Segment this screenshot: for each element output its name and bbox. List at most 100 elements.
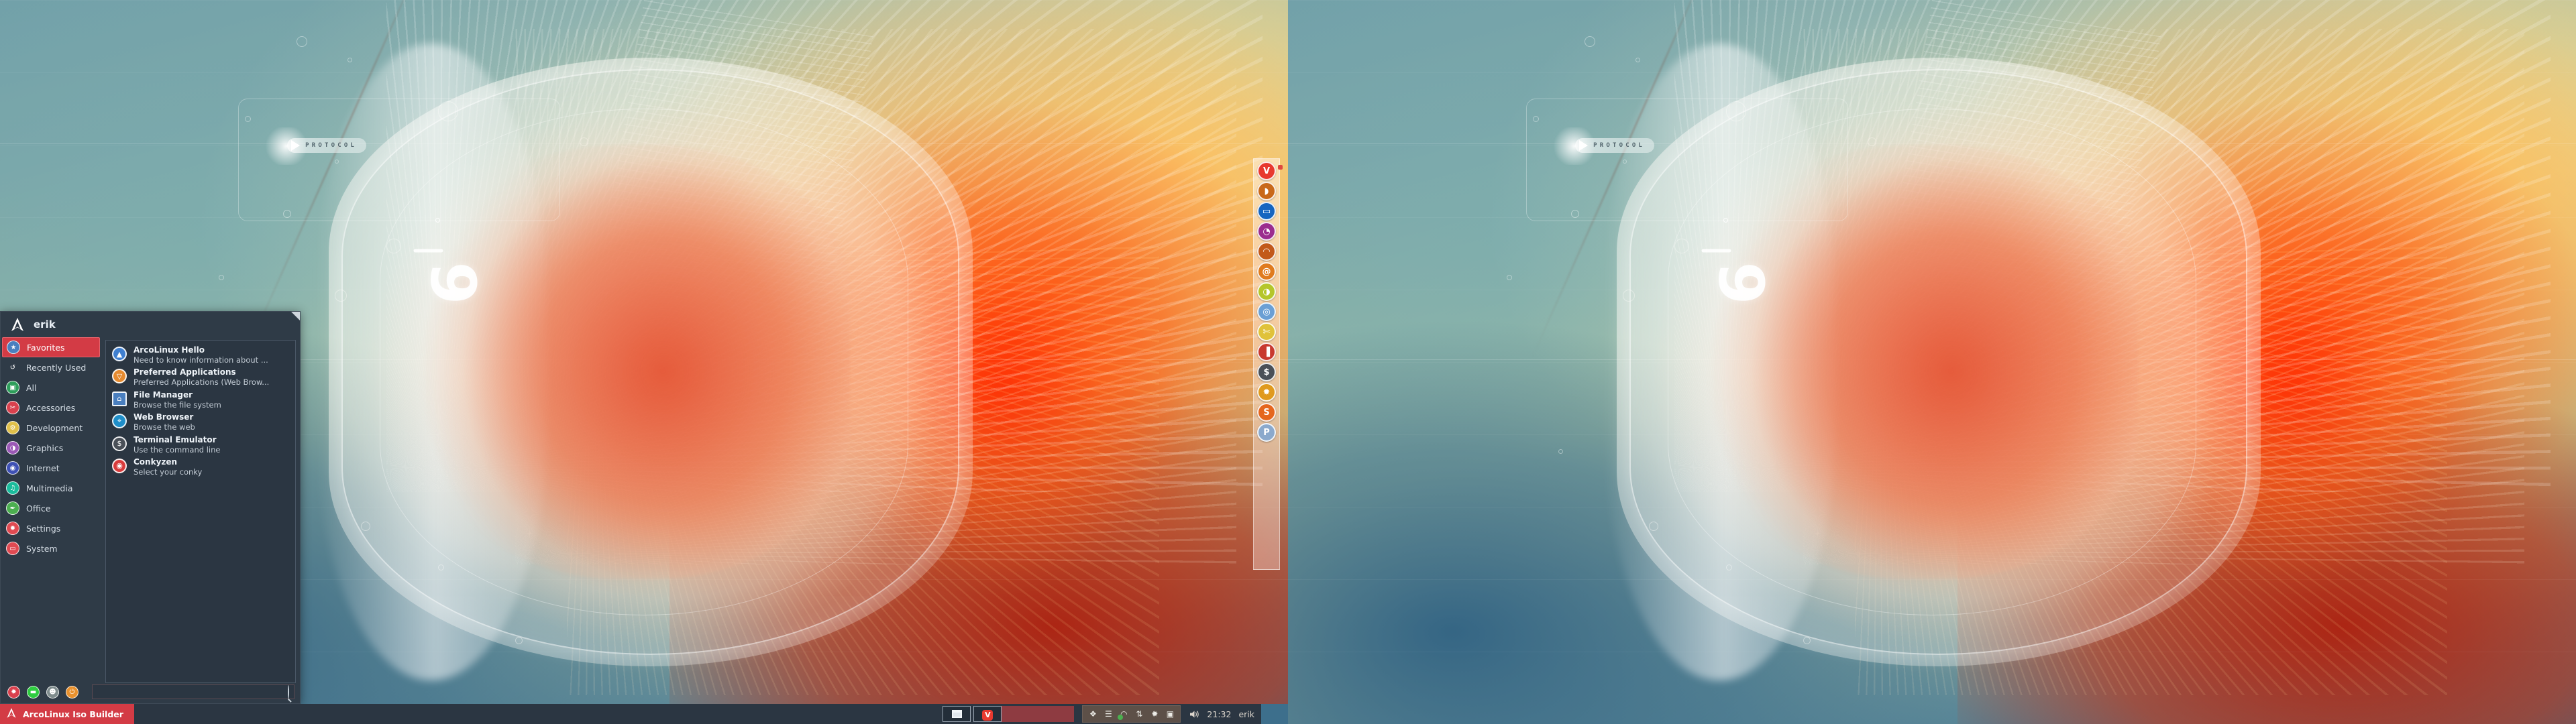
- category-label: Graphics: [26, 442, 64, 453]
- whisker-menu-header: erik: [1, 312, 300, 337]
- history-clock-icon: ↺: [9, 363, 16, 371]
- whisker-menu-footer: ✹ ▬ ☻ ⏻: [1, 683, 300, 703]
- preferred-apps-icon: ▽: [112, 369, 127, 384]
- lock-screen-button[interactable]: ▬: [27, 685, 40, 699]
- system-tray[interactable]: ❖ ☰ ◠ ⇅ ✹ ▣: [1082, 705, 1181, 723]
- category-label: System: [26, 543, 58, 554]
- category-item-office[interactable]: ✒ Office: [2, 498, 100, 518]
- window-button-vivaldi[interactable]: V: [973, 706, 1002, 722]
- category-list[interactable]: ★ Favorites ↺ Recently Used ▣ All ✂ Accessories…: [1, 337, 101, 683]
- arcolinux-hello-icon: ▲: [112, 347, 127, 361]
- resize-grip-icon[interactable]: [291, 312, 300, 320]
- tray-dropbox[interactable]: ❖: [1087, 709, 1098, 719]
- category-item-all[interactable]: ▣ All: [2, 377, 100, 398]
- app-item-file-manager[interactable]: ⌂ File Manager Browse the file system: [110, 389, 291, 411]
- connected-badge-icon: [1118, 715, 1124, 720]
- window-button-generic[interactable]: [943, 706, 971, 722]
- app-description: Select your conky: [133, 467, 203, 477]
- monitor-secondary: 9 PROTOCOL: [1288, 0, 2576, 724]
- vivaldi-icon: V: [1263, 166, 1271, 176]
- category-item-multimedia[interactable]: ♫ Multimedia: [2, 478, 100, 498]
- krita-icon: @: [1262, 266, 1271, 277]
- desktop-root: 9 PROTOCOL V ◗ ▭ ◔ ◠ @ ◑ ◎ ✄ ▐ $ ✹ S P e…: [0, 0, 2576, 724]
- firefox-icon: ◗: [1264, 186, 1269, 196]
- system-monitor-icon: ▭: [6, 542, 19, 555]
- category-item-development[interactable]: ⚙ Development: [2, 418, 100, 438]
- category-item-recently-used[interactable]: ↺ Recently Used: [2, 357, 100, 377]
- category-item-settings[interactable]: ✹ Settings: [2, 518, 100, 538]
- media-colors-icon: ▐: [1263, 347, 1270, 357]
- dock-item-genie[interactable]: ◑: [1257, 282, 1276, 301]
- category-label: Accessories: [26, 402, 76, 413]
- dock-item-file-manager[interactable]: ▭: [1257, 202, 1276, 221]
- category-item-system[interactable]: ▭ System: [2, 538, 100, 558]
- category-label: Settings: [26, 523, 61, 534]
- lock-icon: ▬: [30, 688, 37, 696]
- monitor-primary: 9 PROTOCOL V ◗ ▭ ◔ ◠ @ ◑ ◎ ✄ ▐ $ ✹ S P e…: [0, 0, 1288, 724]
- app-item-conkyzen[interactable]: ◉ Conkyzen Select your conky: [110, 456, 291, 478]
- app-item-arcolinux-hello[interactable]: ▲ ArcoLinux Hello Need to know information…: [110, 344, 291, 366]
- settings-gear-icon: ✹: [6, 522, 19, 535]
- logout-button[interactable]: ⏻: [66, 685, 78, 699]
- app-description: Use the command line: [133, 444, 221, 455]
- taskbar-edge: [1261, 704, 1288, 724]
- dock-item-chromium[interactable]: ◎: [1257, 302, 1276, 321]
- app-item-web-browser[interactable]: ⌖ Web Browser Browse the web: [110, 411, 291, 433]
- application-list[interactable]: ▲ ArcoLinux Hello Need to know information…: [105, 340, 296, 683]
- app-description: Browse the web: [133, 422, 195, 432]
- app-name: ArcoLinux Hello: [133, 345, 205, 355]
- tray-clipboard[interactable]: ☰: [1103, 709, 1114, 719]
- dock-item-firefox[interactable]: ◗: [1257, 182, 1276, 200]
- power-icon: ⏻: [69, 688, 75, 696]
- internet-globe-icon: ◉: [6, 461, 19, 475]
- settings-manager-button[interactable]: ✹: [7, 685, 20, 699]
- whisker-menu[interactable]: erik ★ Favorites ↺ Recently Used ▣ All ✂ Access…: [0, 311, 301, 704]
- app-description: Preferred Applications (Web Brow...: [133, 377, 270, 387]
- window-buttons[interactable]: V: [943, 706, 1002, 722]
- dock-item-variety[interactable]: ✄: [1257, 322, 1276, 341]
- dock-item-vlc-colors[interactable]: ▐: [1257, 343, 1276, 361]
- switch-user-button[interactable]: ☻: [46, 685, 59, 699]
- clock[interactable]: 21:32: [1207, 709, 1231, 719]
- active-window-button[interactable]: [1002, 706, 1075, 722]
- tray-wifi[interactable]: ◠: [1118, 709, 1129, 720]
- network-updown-icon: ⇅: [1136, 709, 1143, 719]
- app-name: File Manager: [133, 389, 193, 400]
- gear-icon: ✹: [11, 688, 17, 696]
- app-name: Conkyzen: [133, 457, 178, 467]
- category-item-internet[interactable]: ◉ Internet: [2, 458, 100, 478]
- search-input[interactable]: [92, 684, 294, 699]
- taskbar-username[interactable]: erik: [1238, 709, 1254, 719]
- wallpaper-mark: 9: [417, 261, 489, 302]
- category-item-favorites[interactable]: ★ Favorites: [2, 337, 100, 357]
- app-item-preferred-applications[interactable]: ▽ Preferred Applications Preferred Applica…: [110, 366, 291, 388]
- dock-item-vivaldi[interactable]: V: [1257, 162, 1283, 180]
- category-item-accessories[interactable]: ✂ Accessories: [2, 398, 100, 418]
- app-item-terminal-emulator[interactable]: $ Terminal Emulator Use the command line: [110, 434, 291, 456]
- wallpaper-mark: 9: [1705, 261, 1777, 302]
- category-label: Office: [26, 503, 51, 514]
- iso-builder-launcher[interactable]: ArcoLinux Iso Builder: [0, 704, 134, 724]
- taskbar[interactable]: ArcoLinux Iso Builder V ❖ ☰ ◠ ⇅ ✹ ▣ 21:32 eri…: [0, 704, 1288, 724]
- dock-item-skype[interactable]: S: [1257, 403, 1276, 422]
- dock-item-settings[interactable]: ✹: [1257, 383, 1276, 402]
- category-label: Development: [26, 422, 83, 433]
- wallpaper-brand: PROTOCOL: [263, 127, 367, 166]
- tray-network[interactable]: ⇅: [1134, 709, 1144, 719]
- app-description: Need to know information about ...: [133, 355, 268, 365]
- app-name: Web Browser: [133, 412, 194, 422]
- speaker-icon[interactable]: [1189, 709, 1199, 719]
- tray-wallpaper[interactable]: ▣: [1165, 709, 1175, 719]
- category-label: Favorites: [27, 342, 65, 353]
- plank-dock[interactable]: V ◗ ▭ ◔ ◠ @ ◑ ◎ ✄ ▐ $ ✹ S P: [1253, 158, 1283, 570]
- dock-item-pamac[interactable]: P: [1257, 423, 1276, 442]
- category-item-graphics[interactable]: ◑ Graphics: [2, 438, 100, 458]
- dock-item-inkscape[interactable]: ◠: [1257, 242, 1276, 261]
- tray-settings[interactable]: ✹: [1149, 709, 1160, 719]
- launcher-label: ArcoLinux Iso Builder: [23, 709, 123, 719]
- dock-item-gimp[interactable]: ◔: [1257, 222, 1276, 241]
- dock-item-terminal[interactable]: $: [1257, 363, 1276, 381]
- category-label: Multimedia: [26, 483, 73, 493]
- dock-item-krita[interactable]: @: [1257, 262, 1276, 281]
- file-manager-icon: ▭: [1262, 206, 1271, 217]
